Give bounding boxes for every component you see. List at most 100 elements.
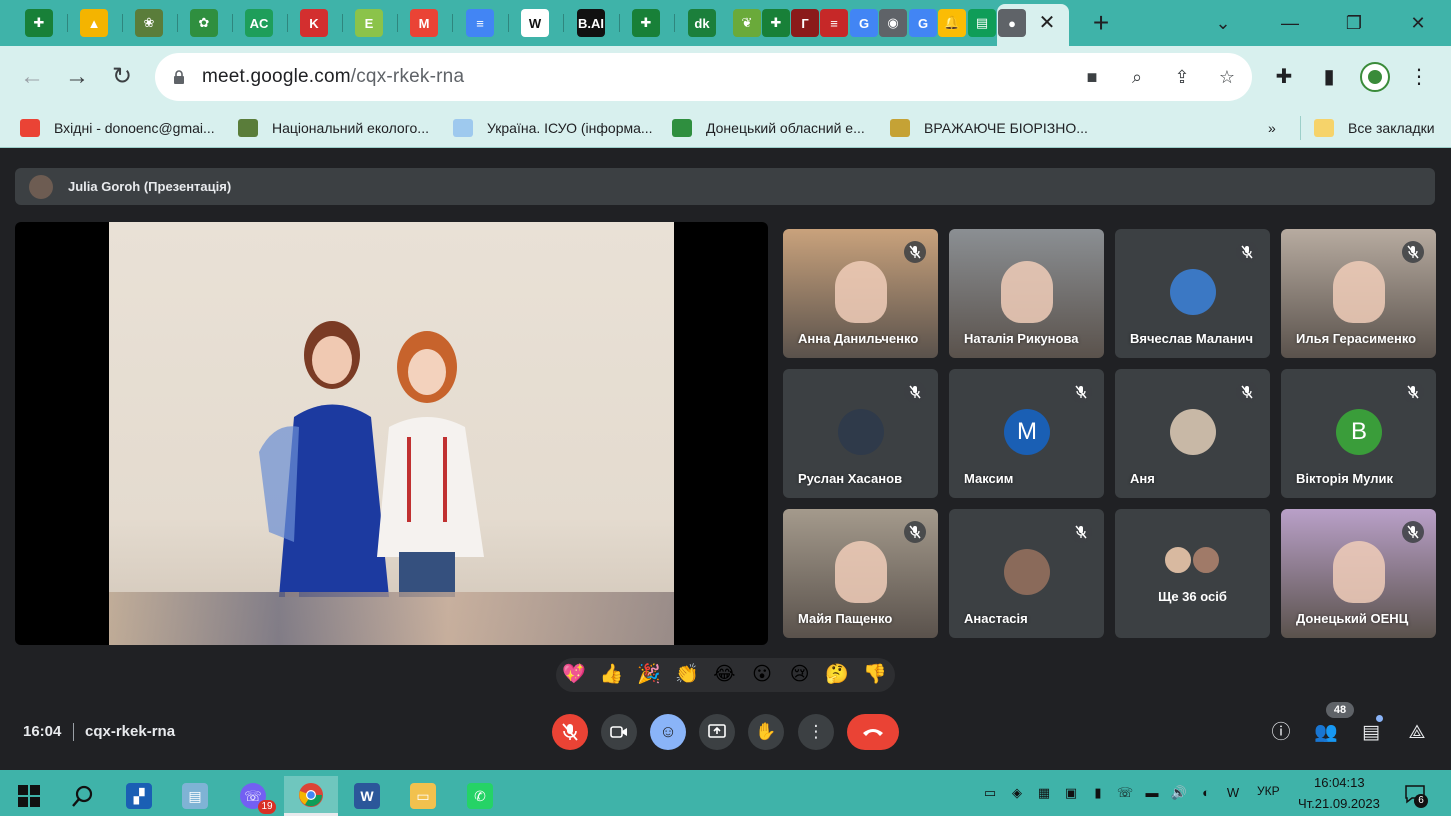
participant-tile[interactable]: Вячеслав Маланич [1115,229,1270,358]
battery-tray-icon[interactable]: ▬ [1143,784,1161,802]
surprised-face-icon[interactable]: 😮 [750,663,774,687]
display-tray-icon[interactable]: ▭ [981,784,999,802]
network-tray-icon[interactable]: ◐ [1197,784,1215,802]
google-sheets-icon[interactable]: ✚ [762,9,790,37]
taskbar-app-viber[interactable]: ☏ 19 [226,776,280,816]
party-popper-icon[interactable]: 🎉 [637,663,661,687]
usb-tray-icon[interactable]: ▮ [1089,784,1107,802]
flag-icon[interactable]: ≡ [820,9,848,37]
bell-icon[interactable]: 🔔 [938,9,966,37]
thinking-face-icon[interactable]: 🤔 [825,663,849,687]
forward-button[interactable]: → [62,62,92,92]
url-text[interactable]: meet.google.com/cqx-rkek-rna [202,66,464,88]
participant-tile[interactable]: M Максим [949,369,1104,498]
restore-button[interactable]: ❐ [1339,8,1369,38]
chrome-icon[interactable]: ◉ [879,9,907,37]
google-icon[interactable]: G [909,9,937,37]
taskbar-app-notes[interactable]: ▞ [112,776,166,816]
profile-avatar[interactable] [1360,62,1390,92]
participant-tile[interactable]: Анна Данильченко [783,229,938,358]
address-bar[interactable]: meet.google.com/cqx-rkek-rna ■ ⌕ ⇪ ☆ [155,53,1252,101]
bookmark-star-icon[interactable]: ☆ [1215,65,1239,89]
taskbar-app-explorer[interactable]: ▭ [396,776,450,816]
green-app-tray-icon[interactable]: ▣ [1062,784,1080,802]
word-tray-icon[interactable]: W [1224,784,1242,802]
bookmark-item[interactable]: Національний еколого... [238,118,429,138]
lock-icon[interactable] [173,70,185,84]
taskbar-app-word[interactable]: W [340,776,394,816]
gmail-icon[interactable]: M [410,9,438,37]
camera-icon[interactable]: ■ [1080,65,1104,89]
security-tray-icon[interactable]: ◈ [1008,784,1026,802]
meet-icon[interactable]: ● [998,9,1026,37]
mic-toggle-button[interactable] [552,714,588,750]
extensions-icon[interactable]: ✚ [1270,63,1298,91]
bai-icon[interactable]: B.AI [577,9,605,37]
meeting-details-button[interactable]: ⓘ [1268,720,1294,746]
google-icon[interactable]: G [850,9,878,37]
menu-icon[interactable]: ⋮ [1405,63,1433,91]
wikipedia-icon[interactable]: W [521,9,549,37]
tears-of-joy-icon[interactable]: 😂 [712,663,736,687]
leaf-icon[interactable]: ❦ [733,9,761,37]
participant-tile[interactable]: Донецький ОЕНЦ [1281,509,1436,638]
google-docs-icon[interactable]: ≡ [466,9,494,37]
participant-tile[interactable]: Наталія Рикунова [949,229,1104,358]
grid-tray-icon[interactable]: ▦ [1035,784,1053,802]
new-tab-button[interactable]: + [1088,9,1114,37]
close-tab-icon[interactable]: ✕ [1036,12,1058,34]
bookmark-item[interactable]: Україна. ІСУО (інформа... [453,118,653,138]
taskbar-app-chrome[interactable] [284,776,338,816]
leave-call-button[interactable] [847,714,899,750]
bookmark-item[interactable]: ВРАЖАЮЧЕ БІОРІЗНО... [890,118,1088,138]
input-language[interactable]: УКР [1257,784,1280,798]
activities-button[interactable]: ⟁ [1404,720,1430,746]
start-button[interactable] [2,776,56,816]
bookmark-item[interactable]: Вхідні - donoenc@gmai... [20,118,215,138]
dk-icon[interactable]: dk [688,9,716,37]
participant-tile[interactable]: Аня [1115,369,1270,498]
close-window-button[interactable]: ✕ [1403,8,1433,38]
reactions-button[interactable]: ☺ [650,714,686,750]
clock-time[interactable]: 16:04:13 [1314,775,1365,790]
viber-tray-icon[interactable]: ☏ [1116,784,1134,802]
bookmarks-overflow-button[interactable]: » [1268,118,1276,138]
all-bookmarks-button[interactable]: Все закладки [1314,118,1435,138]
k-icon[interactable]: K [300,9,328,37]
google-sheets-icon[interactable]: ✚ [25,9,53,37]
crying-face-icon[interactable]: 😢 [788,663,812,687]
classroom-icon[interactable]: ▤ [968,9,996,37]
raise-hand-button[interactable]: ✋ [748,714,784,750]
share-icon[interactable]: ⇪ [1170,65,1194,89]
reload-button[interactable]: ↻ [107,62,137,92]
zoom-icon[interactable]: ⌕ [1125,65,1149,89]
side-panel-icon[interactable]: ▮ [1315,63,1343,91]
back-button[interactable]: ← [17,62,47,92]
search-button[interactable] [56,776,110,816]
participant-tile[interactable]: Анастасія [949,509,1104,638]
tab-search-chevron-icon[interactable]: ⌄ [1208,8,1238,38]
participant-tile[interactable]: Майя Пащенко [783,509,938,638]
chat-button[interactable]: ▤ [1358,720,1384,746]
regional-center-icon[interactable]: ✿ [190,9,218,37]
taskbar-app-whatsapp[interactable]: ✆ [453,776,507,816]
clock-date[interactable]: Чт.21.09.2023 [1298,796,1380,811]
present-button[interactable] [699,714,735,750]
sparkling-heart-icon[interactable]: 💖 [562,663,586,687]
taskbar-app-notepad[interactable]: ▤ [168,776,222,816]
participant-tile[interactable]: Руслан Хасанов [783,369,938,498]
g-red-icon[interactable]: Г [791,9,819,37]
clapping-hands-icon[interactable]: 👏 [675,663,699,687]
participant-tile[interactable]: Илья Герасименко [1281,229,1436,358]
google-drive-icon[interactable]: ▲ [80,9,108,37]
participant-tile[interactable]: B Вікторія Мулик [1281,369,1436,498]
volume-tray-icon[interactable]: 🔊 [1170,784,1188,802]
ac-icon[interactable]: AC [245,9,273,37]
e-icon[interactable]: E [355,9,383,37]
people-button[interactable]: 👥 [1313,720,1339,746]
participant-tile[interactable]: Ще 36 осіб [1115,509,1270,638]
minimize-button[interactable]: — [1275,8,1305,38]
presentation-stage[interactable] [15,222,768,645]
ecology-site-icon[interactable]: ❀ [135,9,163,37]
google-sheets-icon[interactable]: ✚ [632,9,660,37]
